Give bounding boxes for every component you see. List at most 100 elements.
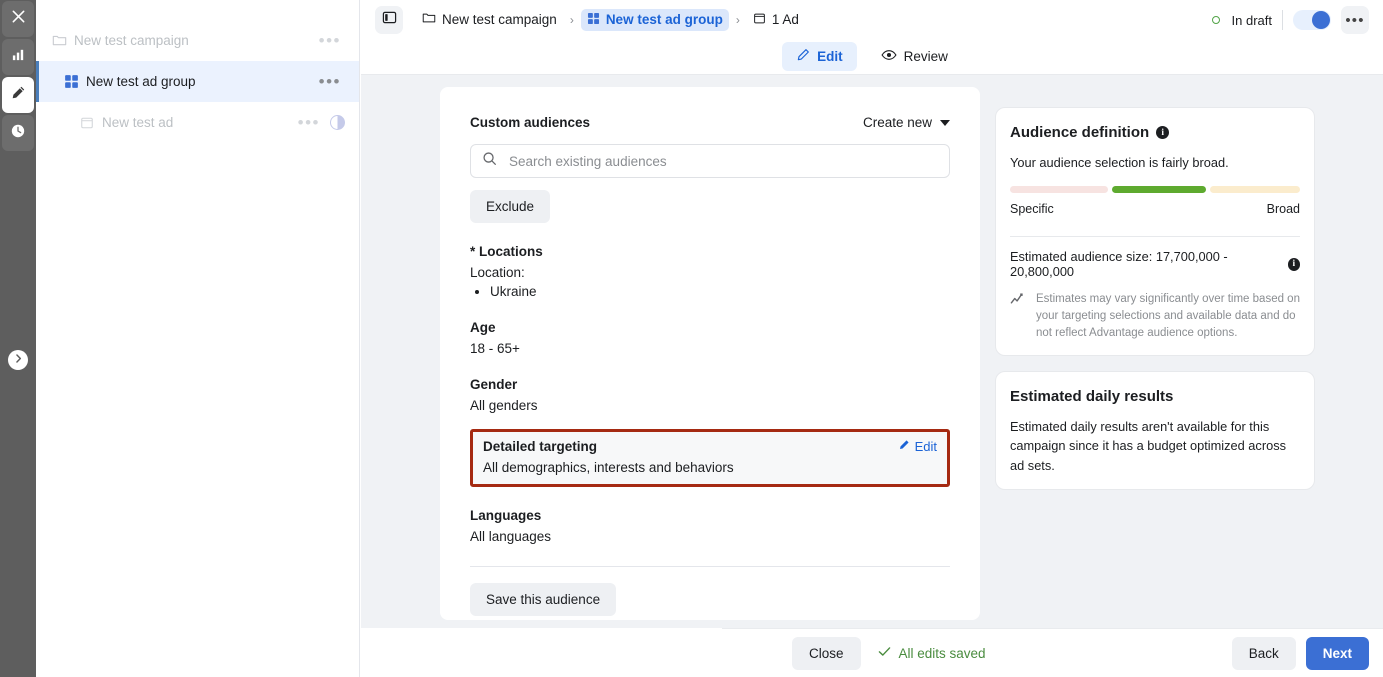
estimates-note-text: Estimates may vary significantly over ti… (1036, 293, 1300, 339)
audience-form-card: Custom audiences Create new Search exist… (440, 87, 980, 620)
ad-status-icon (330, 115, 345, 130)
insights-column: Audience definition i Your audience sele… (995, 107, 1315, 505)
folder-icon (422, 11, 436, 28)
top-bar: New test campaign › New test ad group › (361, 0, 1383, 39)
folder-icon (52, 33, 74, 48)
pencil-icon (796, 48, 810, 65)
active-toggle[interactable] (1293, 10, 1331, 30)
save-audience-button[interactable]: Save this audience (470, 583, 617, 616)
estimated-audience-size-label: Estimated audience size: 17,700,000 - 20… (1010, 249, 1228, 280)
languages-block: Languages All languages (470, 508, 950, 544)
estimated-daily-results-card: Estimated daily results Estimated daily … (995, 371, 1315, 490)
tree-item-menu-button[interactable]: ••• (294, 114, 324, 131)
audience-search-box[interactable] (470, 144, 950, 178)
clock-icon (10, 123, 26, 144)
estimated-daily-results-body: Estimated daily results aren't available… (1010, 419, 1286, 473)
age-value: 18 - 65+ (470, 341, 520, 356)
divider (1282, 10, 1283, 30)
breadcrumb-item-campaign[interactable]: New test campaign (416, 8, 563, 31)
breadcrumb-item-ad[interactable]: 1 Ad (747, 9, 805, 31)
info-icon[interactable]: i (1287, 257, 1300, 271)
grid-icon (587, 12, 600, 28)
tree-item-menu-button[interactable]: ••• (315, 73, 345, 90)
tree-item-label: New test ad (102, 115, 174, 130)
campaign-tree-sidebar: New test campaign ••• New test ad group … (36, 0, 360, 677)
meter-segment-specific (1010, 186, 1108, 194)
tab-label: Edit (817, 48, 843, 64)
search-icon (482, 151, 497, 171)
detailed-targeting-edit-button[interactable]: Edit (898, 439, 937, 454)
divider (470, 566, 950, 567)
icon-rail (0, 0, 36, 677)
search-input[interactable] (507, 152, 938, 170)
card-icon (80, 116, 102, 130)
tree-item-ad-group[interactable]: New test ad group ••• (36, 61, 359, 102)
breadcrumb-separator: › (569, 12, 574, 27)
audience-definition-card: Audience definition i Your audience sele… (995, 107, 1315, 357)
age-block: Age 18 - 65+ (470, 320, 950, 356)
tree-item-label: New test campaign (74, 33, 189, 48)
panel-toggle-icon (382, 10, 397, 30)
audience-definition-title-row: Audience definition i (1010, 124, 1300, 141)
edit-button[interactable] (2, 77, 34, 113)
expand-rail-button[interactable] (8, 350, 28, 370)
divider (1010, 236, 1300, 238)
detailed-targeting-header: Detailed targeting Edit (483, 439, 937, 454)
locations-block: * Locations Location: Ukraine (470, 244, 950, 299)
panel-toggle-button[interactable] (375, 5, 403, 34)
close-button[interactable] (2, 1, 34, 37)
create-new-label: Create new (862, 115, 932, 130)
estimated-audience-size: Estimated audience size: 17,700,000 - 20… (1010, 249, 1300, 279)
meter-label-specific: Specific (1010, 202, 1054, 217)
history-button[interactable] (2, 115, 34, 151)
main-column: New test campaign › New test ad group › (361, 0, 1383, 677)
tab-review[interactable]: Review (867, 41, 962, 72)
tree-item-campaign[interactable]: New test campaign ••• (36, 20, 359, 61)
tab-label: Review (903, 48, 948, 64)
trend-chart-icon (1010, 291, 1027, 341)
tree-item-label: New test ad group (86, 74, 196, 89)
locations-title: * Locations (470, 244, 543, 259)
exclude-button[interactable]: Exclude (470, 190, 551, 223)
gender-title: Gender (470, 377, 518, 392)
chevron-down-icon (940, 119, 950, 126)
more-options-button[interactable]: ••• (1341, 6, 1369, 34)
close-button[interactable]: Close (792, 636, 861, 670)
pencil-icon (10, 85, 26, 106)
create-new-dropdown[interactable]: Create new (863, 115, 950, 130)
next-button[interactable]: Next (1305, 636, 1369, 670)
tree-item-menu-button[interactable]: ••• (315, 32, 345, 49)
check-icon (877, 644, 892, 662)
locations-list: Ukraine (470, 284, 950, 299)
custom-audiences-header: Custom audiences Create new (470, 115, 950, 130)
footer-bar: Close All edits saved Back Next (722, 628, 1383, 677)
chevron-right-icon (13, 351, 24, 369)
age-title: Age (470, 320, 496, 335)
status-badge: In draft (1231, 12, 1272, 28)
tab-edit[interactable]: Edit (782, 41, 857, 71)
breadcrumb-separator: › (735, 12, 740, 27)
save-status: All edits saved (877, 644, 986, 662)
content-area: Custom audiences Create new Search exist… (361, 74, 1383, 628)
breadcrumb-label: New test campaign (442, 12, 557, 27)
location-label: Location: (470, 265, 525, 280)
detailed-targeting-block: Detailed targeting Edit All demographics… (470, 429, 950, 487)
gender-block: Gender All genders (470, 377, 950, 413)
reporting-button[interactable] (2, 39, 34, 75)
card-icon (753, 12, 766, 28)
status-area: In draft ••• (1211, 6, 1369, 34)
languages-title: Languages (470, 508, 542, 523)
custom-audiences-title: Custom audiences (470, 115, 591, 130)
tree-item-ad[interactable]: New test ad ••• (36, 102, 359, 143)
app-root: New test campaign ••• New test ad group … (0, 0, 1383, 677)
meter-segment-balanced (1111, 186, 1206, 194)
breadcrumb-item-ad-group[interactable]: New test ad group (580, 8, 729, 31)
gender-value: All genders (470, 398, 538, 413)
audience-breadth-meter (1010, 186, 1300, 194)
info-icon[interactable]: i (1156, 126, 1170, 139)
back-button[interactable]: Back (1231, 636, 1296, 670)
save-status-label: All edits saved (898, 645, 986, 661)
estimated-daily-results-title: Estimated daily results (1010, 388, 1174, 406)
list-item: Ukraine (490, 284, 950, 299)
footer-actions: Back Next (1231, 636, 1369, 670)
